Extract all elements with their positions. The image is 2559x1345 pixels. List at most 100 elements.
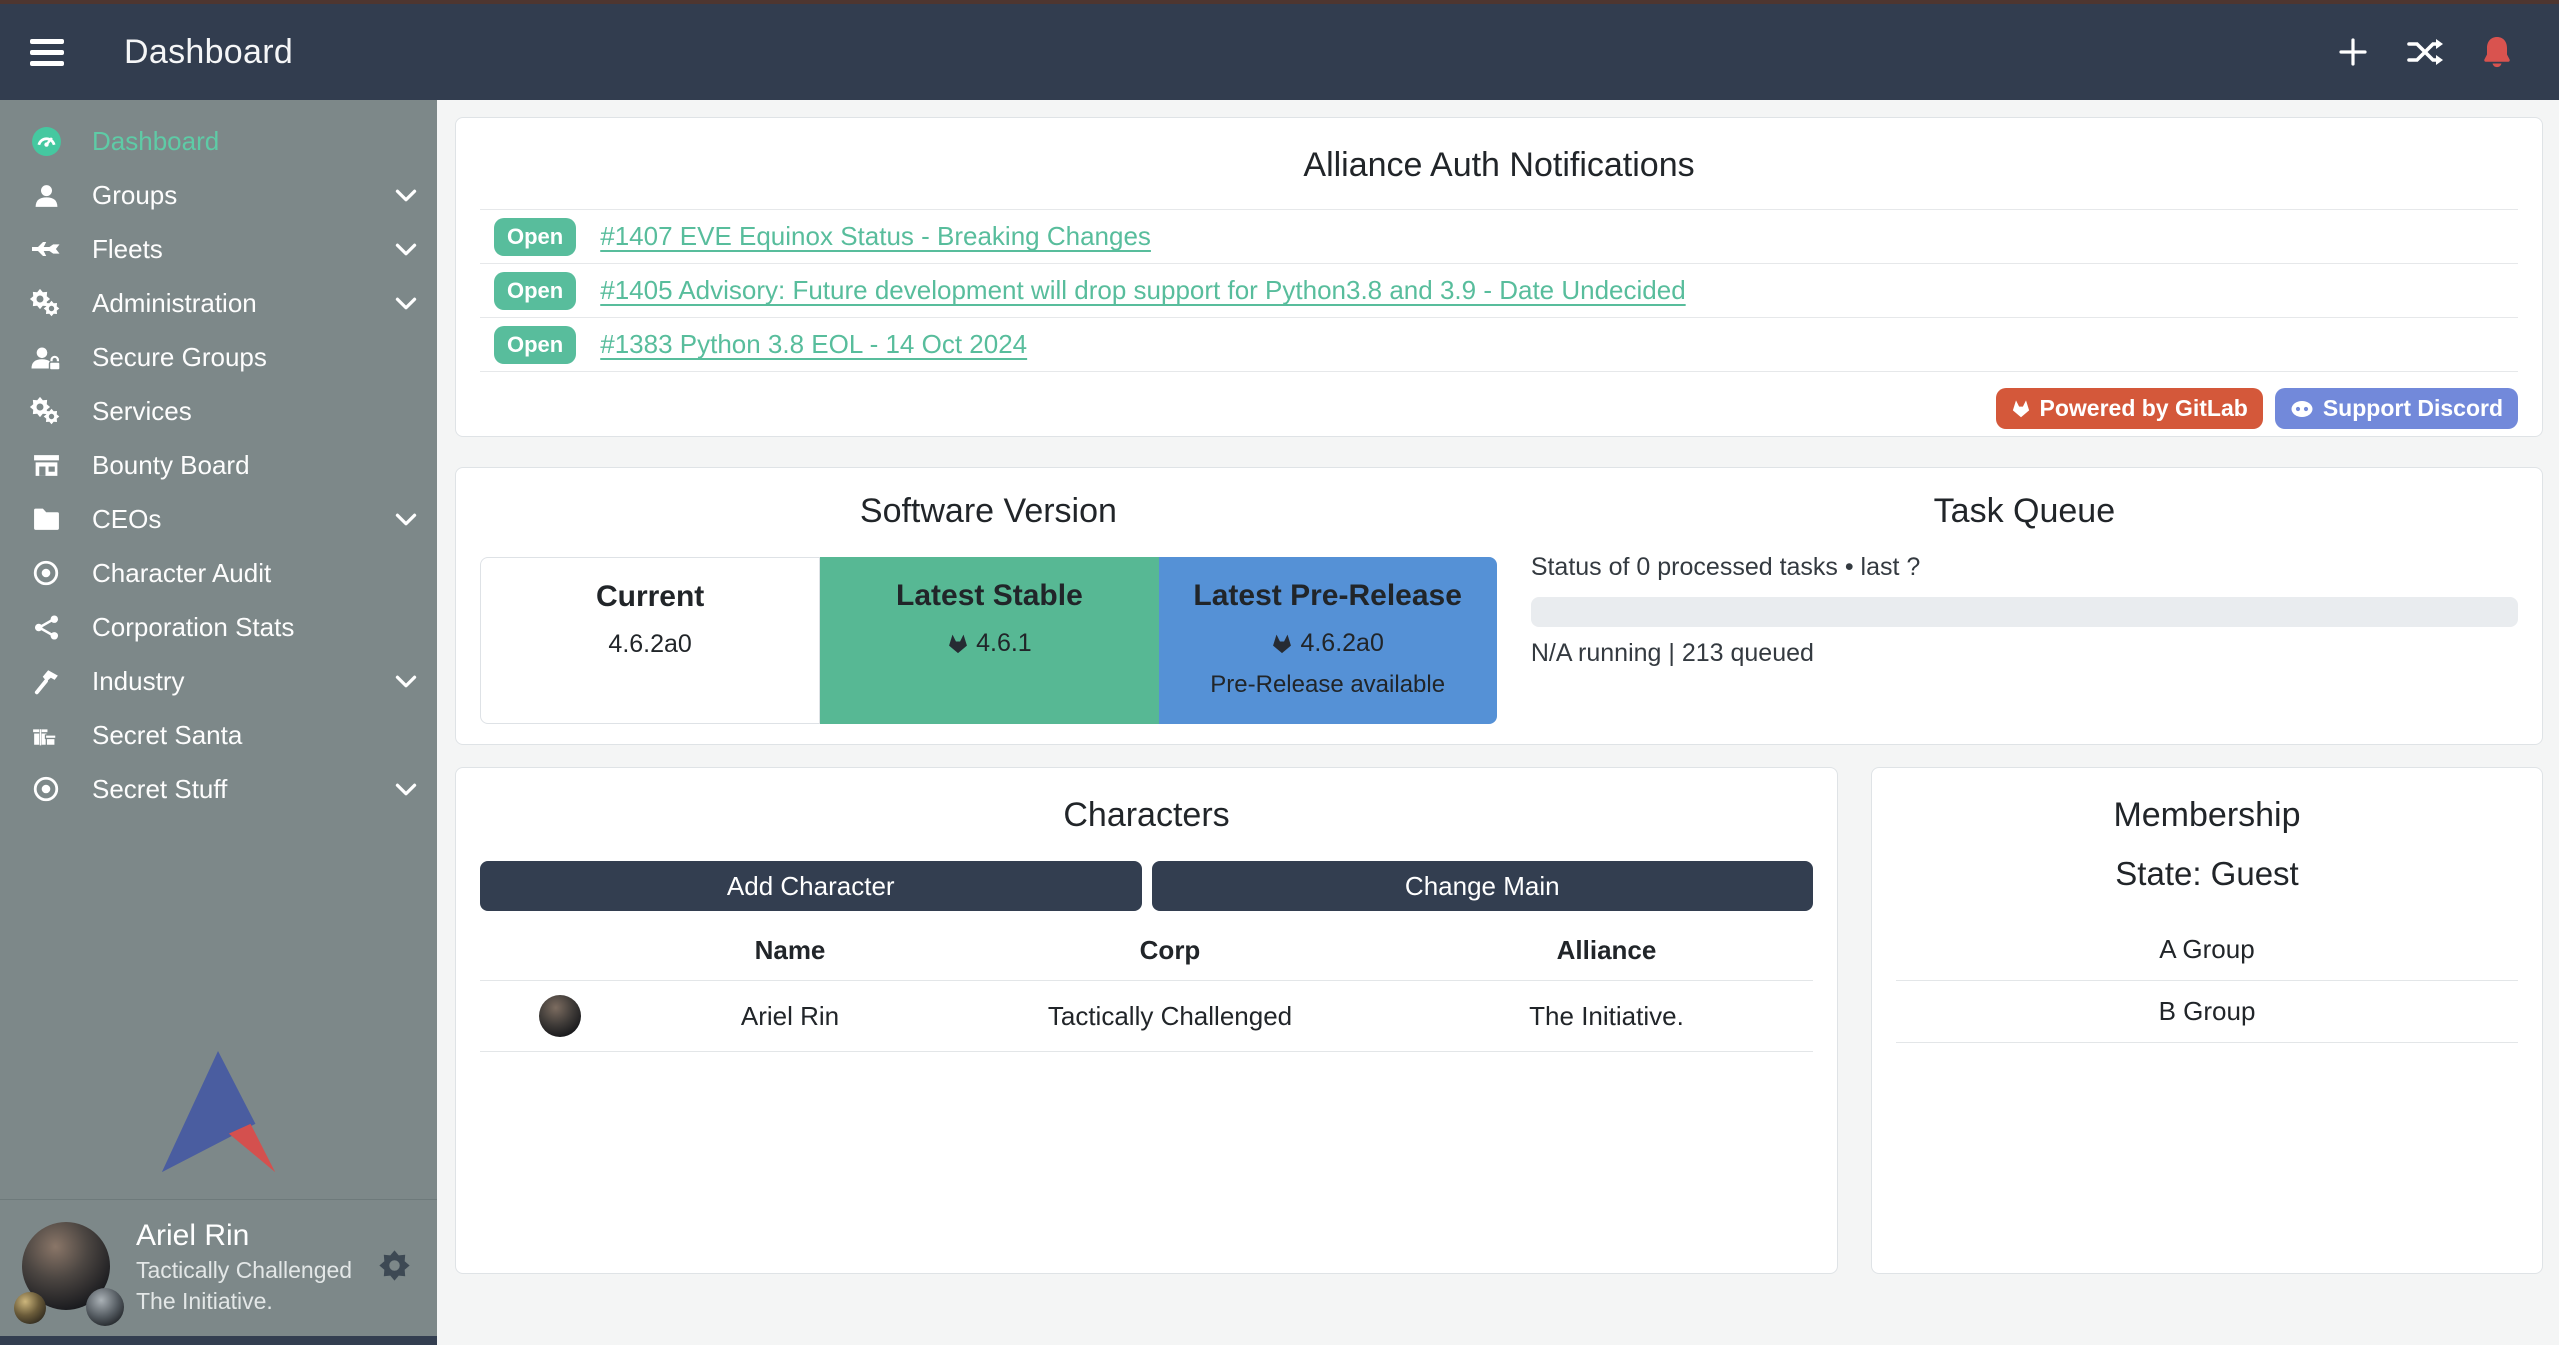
notification-link[interactable]: #1383 Python 3.8 EOL - 14 Oct 2024: [600, 329, 1027, 360]
change-main-button[interactable]: Change Main: [1152, 861, 1814, 911]
task-queue-title: Task Queue: [1531, 492, 2518, 531]
notification-link[interactable]: #1405 Advisory: Future development will …: [600, 275, 1685, 306]
sidebar-item-bounty-board[interactable]: Bounty Board: [0, 438, 437, 492]
gears-icon: [26, 396, 66, 426]
add-character-icon[interactable]: [2337, 36, 2369, 68]
hammer-icon: [26, 667, 66, 695]
sidebar-item-label: Character Audit: [92, 558, 271, 589]
version-cell-value: 4.6.2a0: [608, 630, 691, 659]
top-navbar: Dashboard: [0, 4, 2559, 100]
column-header-alliance: Alliance: [1400, 935, 1813, 980]
chevron-down-icon: [395, 296, 417, 311]
version-cell-label: Latest Stable: [820, 579, 1158, 613]
chevron-down-icon: [395, 674, 417, 689]
chevron-down-icon: [395, 512, 417, 527]
version-taskqueue-panel: Software Version Current 4.6.2a0 Latest …: [455, 467, 2543, 745]
share-nodes-icon: [26, 614, 66, 641]
version-cell-label: Latest Pre-Release: [1159, 579, 1497, 613]
user-lock-icon: [26, 344, 66, 371]
status-badge: Open: [494, 272, 576, 310]
sidebar-item-administration[interactable]: Administration: [0, 276, 437, 330]
task-queue-counts: N/A running | 213 queued: [1531, 639, 2518, 668]
sidebar-item-label: Corporation Stats: [92, 612, 294, 643]
sidebar-item-label: Industry: [92, 666, 185, 697]
notification-row: Open #1383 Python 3.8 EOL - 14 Oct 2024: [480, 318, 2518, 372]
sidebar-item-secure-groups[interactable]: Secure Groups: [0, 330, 437, 384]
prerelease-note: Pre-Release available: [1159, 671, 1497, 699]
characters-table-header: Name Corp Alliance: [480, 935, 1813, 980]
sidebar-item-groups[interactable]: Groups: [0, 168, 437, 222]
user-settings-gear-icon[interactable]: [378, 1249, 411, 1282]
sidebar-item-character-audit[interactable]: Character Audit: [0, 546, 437, 600]
folder-icon: [26, 507, 66, 532]
gitlab-badge-label: Powered by GitLab: [2040, 395, 2248, 422]
support-discord-badge[interactable]: Support Discord: [2275, 388, 2518, 429]
user-panel: Ariel Rin Tactically Challenged The Init…: [0, 1200, 437, 1336]
discord-badge-label: Support Discord: [2323, 395, 2503, 422]
user-avatar: [22, 1222, 110, 1310]
sidebar-item-ceos[interactable]: CEOs: [0, 492, 437, 546]
chevron-down-icon: [395, 782, 417, 797]
version-cell-prerelease: Latest Pre-Release 4.6.2a0 Pre-Release a…: [1159, 557, 1497, 724]
version-cell-current: Current 4.6.2a0: [480, 557, 820, 724]
gitlab-fox-icon: [1271, 633, 1293, 654]
user-icon: [26, 182, 66, 209]
sidebar-item-fleets[interactable]: Fleets: [0, 222, 437, 276]
sidebar-item-label: Bounty Board: [92, 450, 250, 481]
gifts-icon: [26, 722, 66, 749]
membership-state: State: Guest: [1896, 855, 2518, 893]
sidebar-menu: Dashboard Groups Fleets: [0, 100, 437, 816]
version-cell-stable: Latest Stable 4.6.1: [820, 557, 1158, 724]
character-alliance: The Initiative.: [1400, 1001, 1813, 1032]
character-row: Ariel Rin Tactically Challenged The Init…: [480, 980, 1813, 1052]
task-queue-status: Status of 0 processed tasks • last ?: [1531, 553, 2518, 582]
alliance-auth-logo: [0, 1047, 437, 1177]
version-cell-label: Current: [481, 580, 819, 614]
user-name: Ariel Rin: [136, 1216, 352, 1256]
sidebar-item-label: Groups: [92, 180, 177, 211]
sidebar-item-label: Services: [92, 396, 192, 427]
menu-toggle-icon[interactable]: [30, 39, 64, 66]
jet-icon: [26, 236, 66, 262]
sidebar-item-label: Dashboard: [92, 126, 219, 157]
add-character-button[interactable]: Add Character: [480, 861, 1142, 911]
software-version-title: Software Version: [480, 492, 1497, 531]
page-title: Dashboard: [124, 33, 293, 72]
sidebar-item-industry[interactable]: Industry: [0, 654, 437, 708]
sidebar: Dashboard Groups Fleets: [0, 100, 437, 1345]
change-main-shuffle-icon[interactable]: [2407, 37, 2443, 67]
character-name: Ariel Rin: [640, 1001, 940, 1032]
characters-panel: Characters Add Character Change Main Nam…: [455, 767, 1838, 1274]
sidebar-item-secret-santa[interactable]: Secret Santa: [0, 708, 437, 762]
software-version-section: Software Version Current 4.6.2a0 Latest …: [480, 486, 1497, 744]
sidebar-item-label: Administration: [92, 288, 257, 319]
software-version-table: Current 4.6.2a0 Latest Stable 4.6.1 Late…: [480, 557, 1497, 724]
sidebar-item-dashboard[interactable]: Dashboard: [0, 114, 437, 168]
column-header-corp: Corp: [940, 935, 1400, 980]
sidebar-item-corporation-stats[interactable]: Corporation Stats: [0, 600, 437, 654]
notification-row: Open #1405 Advisory: Future development …: [480, 264, 2518, 318]
sidebar-item-secret-stuff[interactable]: Secret Stuff: [0, 762, 437, 816]
powered-by-gitlab-badge[interactable]: Powered by GitLab: [1996, 388, 2263, 429]
status-badge: Open: [494, 326, 576, 364]
eye-icon: [26, 559, 66, 587]
sidebar-item-label: Fleets: [92, 234, 163, 265]
sidebar-item-label: Secret Santa: [92, 720, 242, 751]
membership-panel: Membership State: Guest A Group B Group: [1871, 767, 2543, 1274]
status-badge: Open: [494, 218, 576, 256]
chevron-down-icon: [395, 188, 417, 203]
notifications-bell-icon[interactable]: [2481, 35, 2513, 69]
sidebar-bottom-strip: [0, 1336, 437, 1345]
user-alliance: The Initiative.: [136, 1286, 352, 1316]
membership-title: Membership: [1896, 796, 2518, 835]
corp-logo-badge: [14, 1292, 46, 1324]
app: Dashboard: [0, 0, 2559, 1345]
character-row-portrait: [539, 995, 581, 1037]
task-progress-bar: [1531, 597, 2518, 627]
notification-link[interactable]: #1407 EVE Equinox Status - Breaking Chan…: [600, 221, 1151, 252]
characters-title: Characters: [480, 796, 1813, 835]
store-icon: [26, 452, 66, 479]
sidebar-item-services[interactable]: Services: [0, 384, 437, 438]
notifications-list: Open #1407 EVE Equinox Status - Breaking…: [480, 209, 2518, 372]
notifications-panel: Alliance Auth Notifications Open #1407 E…: [455, 117, 2543, 437]
